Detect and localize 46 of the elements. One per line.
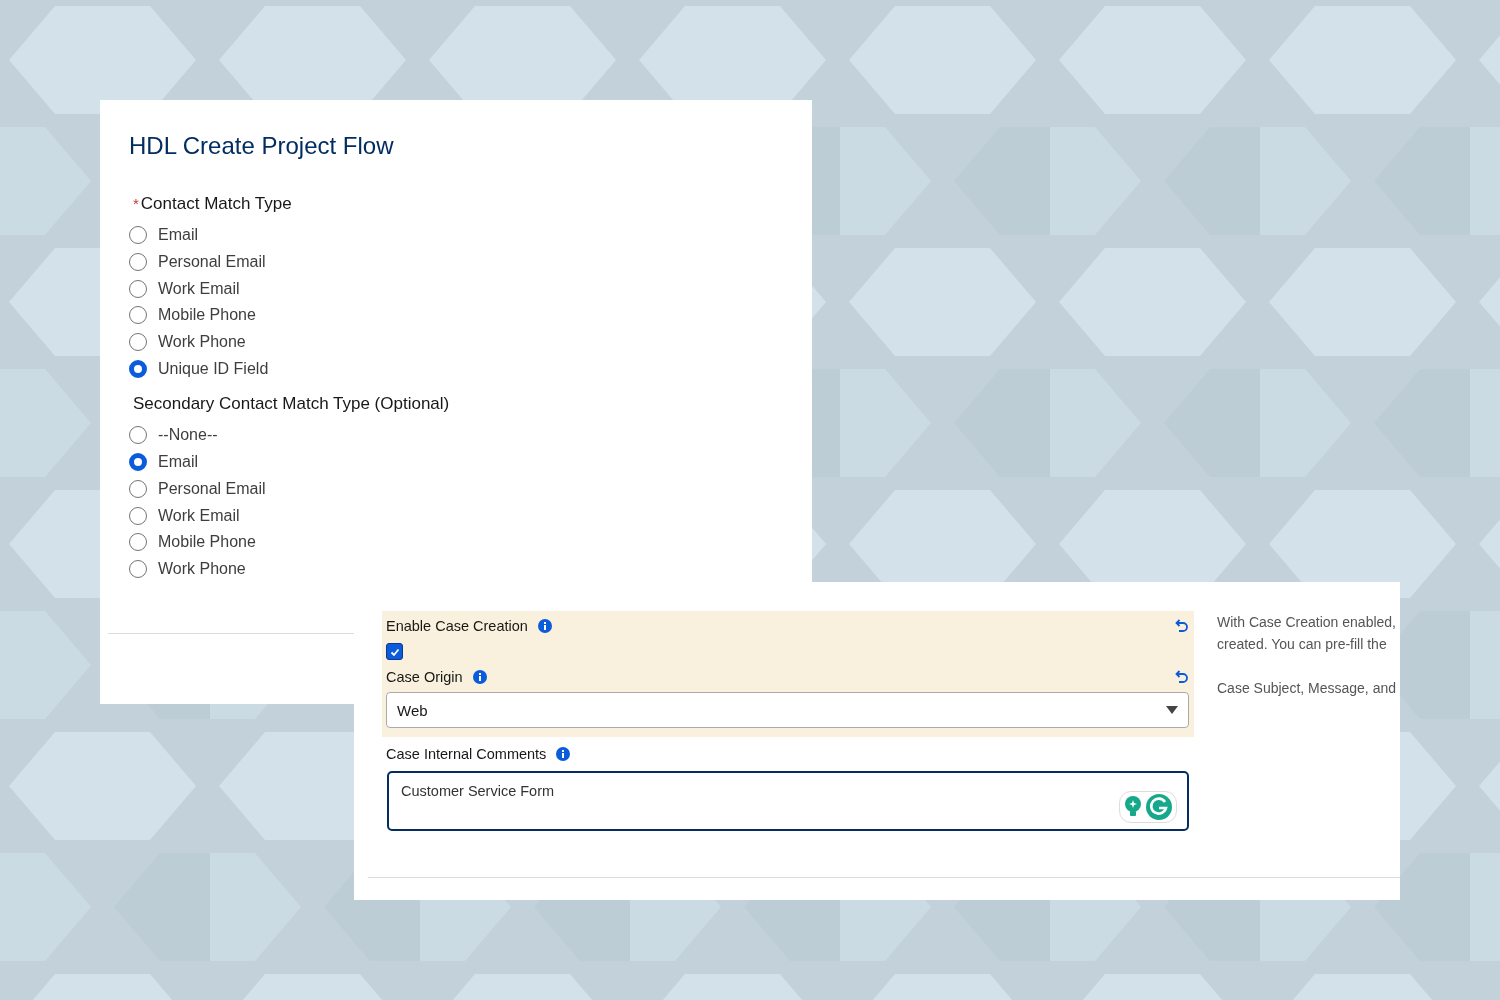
radio-button[interactable] xyxy=(129,306,147,325)
radio-label: --None-- xyxy=(158,426,218,445)
radio-label: Personal Email xyxy=(158,479,266,498)
info-icon[interactable] xyxy=(556,747,571,761)
radio-button[interactable] xyxy=(129,253,147,272)
radio-label: Unique ID Field xyxy=(158,359,269,378)
required-asterisk: * xyxy=(133,194,139,214)
dropdown-caret-icon xyxy=(1166,706,1178,714)
writing-assistant-widget[interactable] xyxy=(1119,791,1177,823)
group-label: Contact Match Type xyxy=(140,193,292,215)
field-label: Case Internal Comments xyxy=(386,746,547,762)
radio-button[interactable] xyxy=(129,506,147,525)
group-label: Secondary Contact Match Type (Optional) xyxy=(133,393,450,416)
radio-button[interactable] xyxy=(129,279,147,298)
radio-button[interactable] xyxy=(129,479,147,498)
undo-icon[interactable] xyxy=(1173,669,1189,685)
radio-label: Work Email xyxy=(158,279,240,298)
info-icon[interactable] xyxy=(537,619,552,633)
help-text: With Case Creation enabled, xyxy=(1217,613,1397,632)
info-icon[interactable] xyxy=(472,670,487,684)
assistant-logo-icon xyxy=(1146,794,1172,820)
radio-button[interactable] xyxy=(129,533,147,552)
help-text: Case Subject, Message, and xyxy=(1217,679,1397,698)
field-label: Case Origin xyxy=(386,669,463,685)
radio-label: Email xyxy=(158,226,198,245)
case-origin-dropdown[interactable]: Web xyxy=(386,692,1189,728)
radio-label: Email xyxy=(158,453,198,472)
radio-button[interactable] xyxy=(129,359,147,378)
radio-label: Work Phone xyxy=(158,559,246,578)
lightbulb-icon xyxy=(1124,796,1142,818)
radio-button[interactable] xyxy=(129,226,147,245)
radio-label: Work Phone xyxy=(158,333,246,352)
radio-label: Mobile Phone xyxy=(158,306,256,325)
radio-button[interactable] xyxy=(129,453,147,472)
flow-title: HDL Create Project Flow xyxy=(129,131,395,161)
radio-button[interactable] xyxy=(129,333,147,352)
radio-button[interactable] xyxy=(129,426,147,445)
undo-icon[interactable] xyxy=(1173,618,1189,634)
field-label: Enable Case Creation xyxy=(386,618,528,634)
radio-label: Work Email xyxy=(158,506,240,525)
radio-label: Personal Email xyxy=(158,253,266,272)
help-text: created. You can pre-fill the xyxy=(1217,635,1388,654)
radio-button[interactable] xyxy=(129,559,147,578)
checkbox[interactable] xyxy=(386,643,403,660)
comments-textarea[interactable]: Customer Service Form xyxy=(387,771,1189,831)
radio-label: Mobile Phone xyxy=(158,533,256,552)
